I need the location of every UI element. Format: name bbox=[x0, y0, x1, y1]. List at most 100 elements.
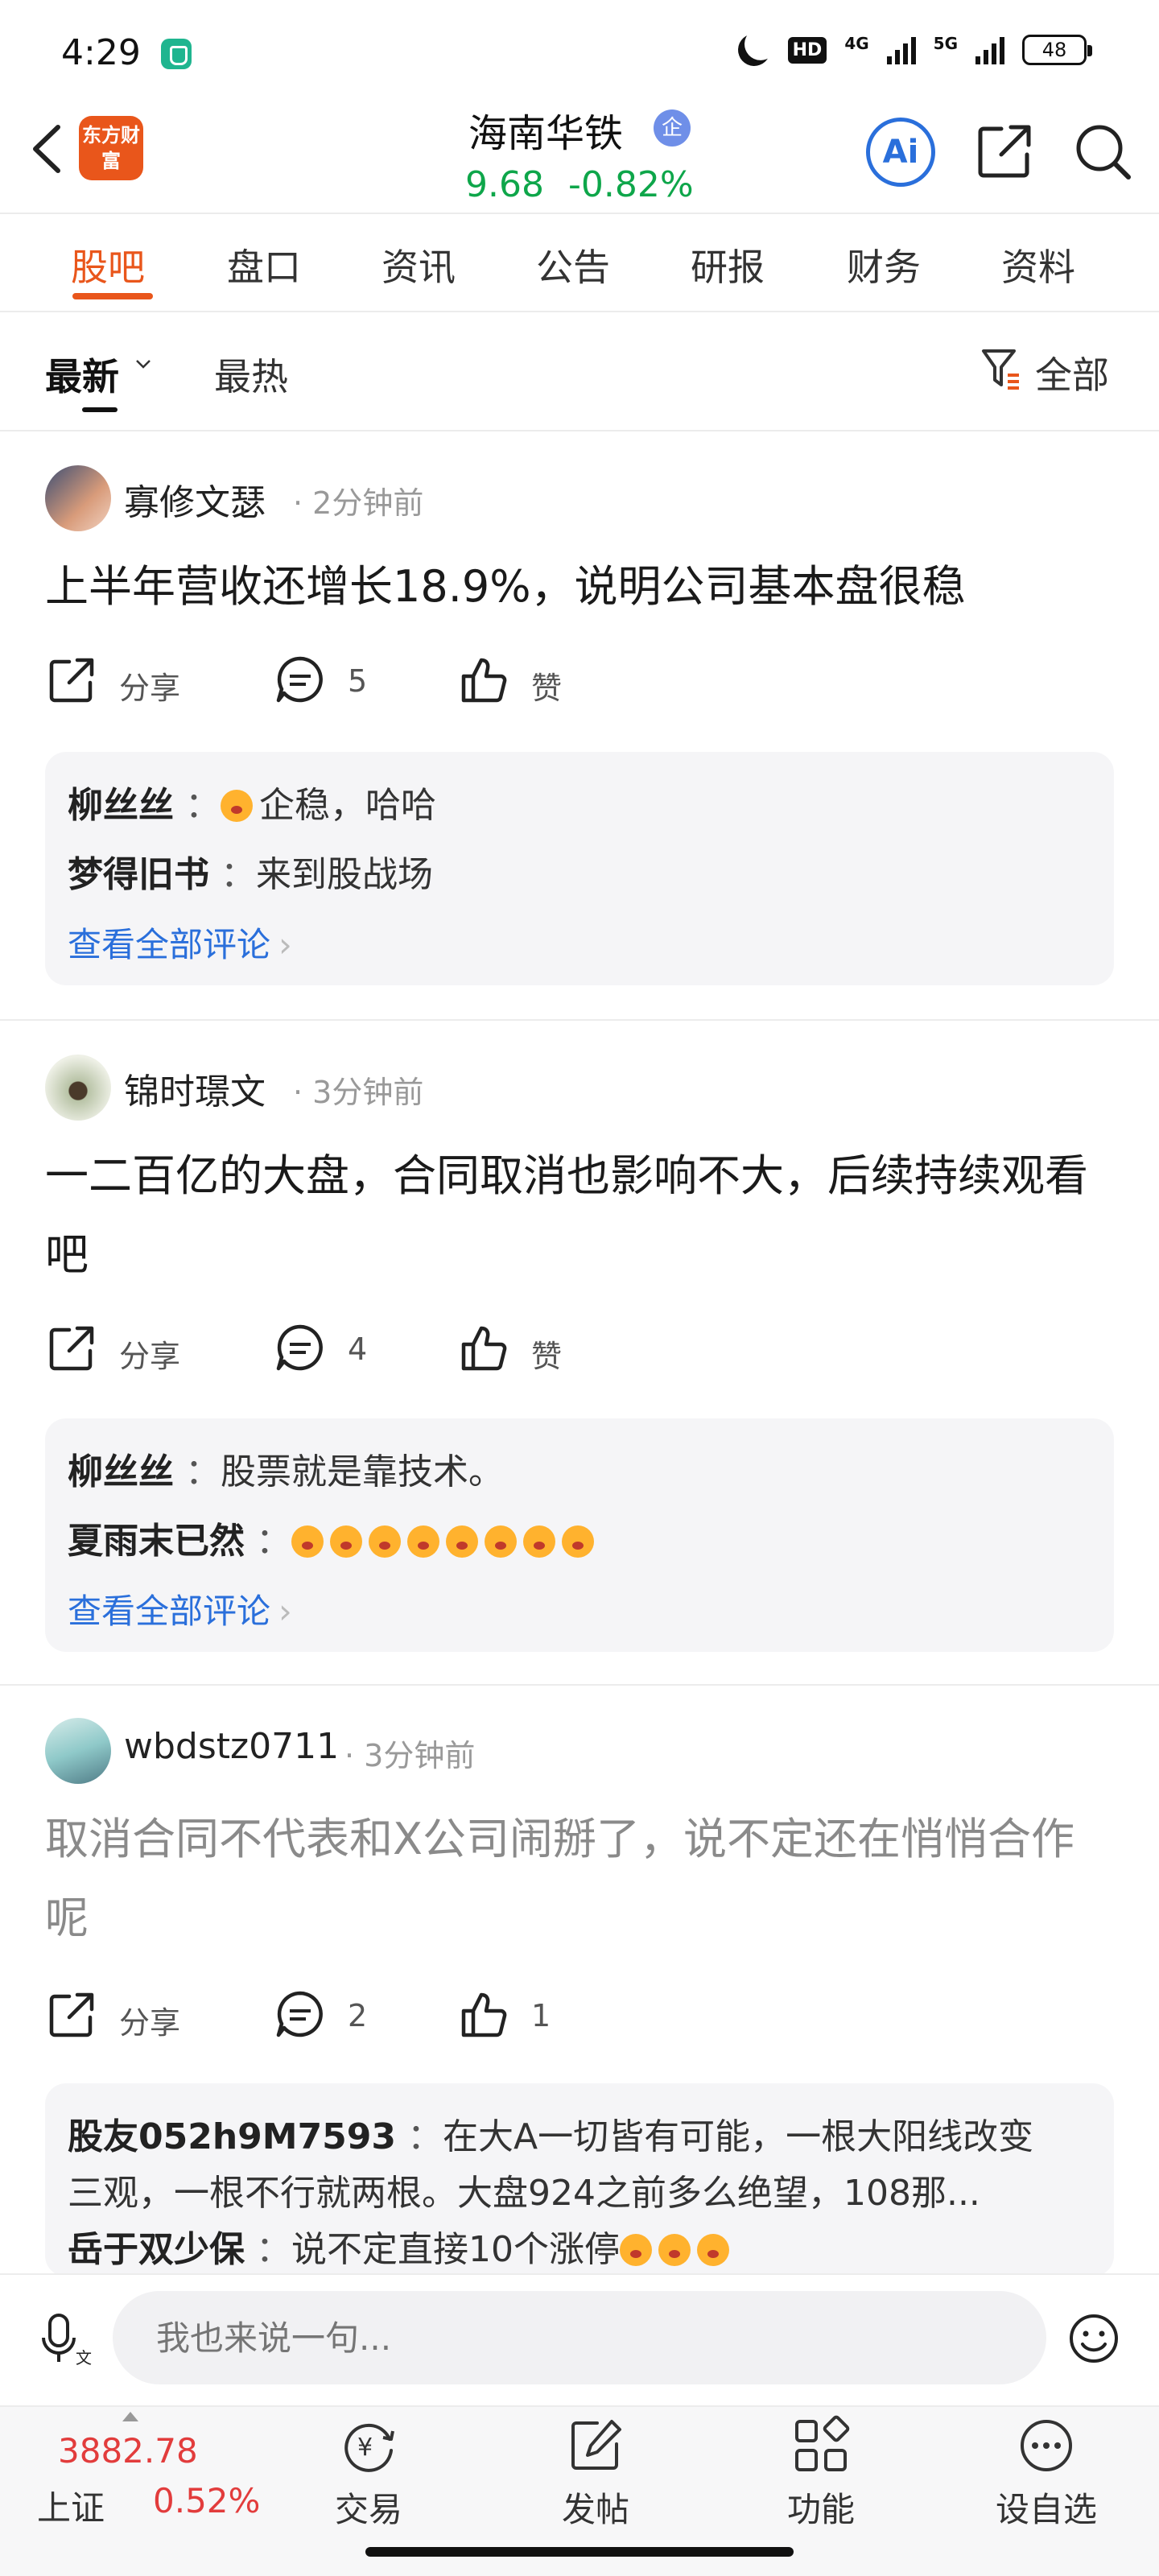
chevron-down-icon[interactable] bbox=[134, 354, 153, 374]
comment-text: 说不定直接10个涨停 bbox=[291, 2229, 620, 2270]
comment-icon[interactable] bbox=[274, 654, 327, 707]
comment-input[interactable] bbox=[113, 2291, 1046, 2384]
avatar[interactable] bbox=[45, 1055, 111, 1121]
stock-change: -0.82% bbox=[568, 164, 694, 205]
expand-arrow-icon[interactable] bbox=[122, 2412, 138, 2421]
post-username[interactable]: wbdstz0711 bbox=[124, 1726, 339, 1767]
share-label[interactable]: 分享 bbox=[119, 1998, 180, 2042]
ai-assistant-icon[interactable]: Ai bbox=[866, 118, 935, 187]
share-icon[interactable] bbox=[45, 1322, 98, 1375]
comment-icon[interactable] bbox=[274, 1322, 327, 1375]
chevron-right-icon: › bbox=[278, 925, 292, 964]
comment-preview-box[interactable]: 柳丝丝 ：企稳，哈哈 梦得旧书 ：来到股战场 查看全部评论 › bbox=[45, 752, 1114, 985]
sort-newest[interactable]: 最新 bbox=[45, 348, 119, 401]
thumbs-up-icon[interactable] bbox=[457, 654, 510, 707]
post-text[interactable]: 一二百亿的大盘，合同取消也影响不大，后续持续观看吧 bbox=[45, 1137, 1116, 1294]
status-time: 4:29 bbox=[61, 32, 141, 73]
view-all-comments-link[interactable]: 查看全部评论 › bbox=[68, 918, 292, 967]
like-count[interactable]: 1 bbox=[531, 1998, 551, 2033]
comment-preview-box[interactable]: 柳丝丝 ：股票就是靠技术。 夏雨末已然 ： 查看全部评论 › bbox=[45, 1418, 1114, 1652]
share-label[interactable]: 分享 bbox=[119, 1331, 180, 1376]
emoji-icon bbox=[523, 1525, 555, 1558]
share-icon[interactable] bbox=[45, 1988, 98, 2041]
avatar[interactable] bbox=[45, 1718, 111, 1784]
post-text[interactable]: 上半年营收还增长18.9%，说明公司基本盘很稳 bbox=[45, 547, 1116, 626]
more-icon[interactable] bbox=[1016, 2415, 1077, 2476]
nav-post[interactable]: 发帖 bbox=[515, 2483, 676, 2532]
emoji-icon bbox=[330, 1525, 362, 1558]
yen-cycle-icon[interactable]: ¥ bbox=[338, 2415, 399, 2476]
view-all-comments-link[interactable]: 查看全部评论 › bbox=[68, 1584, 292, 1633]
voice-input-icon[interactable]: 文 bbox=[35, 2310, 92, 2367]
comment-text: 股票就是靠技术。 bbox=[221, 1451, 504, 1492]
sort-divider bbox=[0, 430, 1159, 431]
comment-icon[interactable] bbox=[274, 1988, 327, 2041]
index-name[interactable]: 上证 bbox=[37, 2481, 105, 2530]
emoji-icon bbox=[369, 1525, 401, 1558]
app-logo[interactable]: 东方财富 bbox=[79, 116, 143, 180]
like-label[interactable]: 赞 bbox=[531, 663, 562, 708]
edit-icon[interactable] bbox=[565, 2415, 626, 2476]
signal-icon bbox=[886, 35, 916, 64]
comment-username[interactable]: 柳丝丝 bbox=[68, 785, 174, 826]
comment-count[interactable]: 4 bbox=[348, 1331, 367, 1367]
active-tab-indicator bbox=[72, 293, 153, 299]
nav-trade[interactable]: 交易 bbox=[288, 2483, 449, 2532]
post-username[interactable]: 锦时璟文 bbox=[124, 1063, 266, 1114]
nav-add-watchlist[interactable]: 设自选 bbox=[966, 2483, 1127, 2532]
comment-count[interactable]: 5 bbox=[348, 663, 367, 699]
post-divider bbox=[0, 1019, 1159, 1021]
comment-username[interactable]: 岳于双少保 bbox=[68, 2229, 245, 2270]
thumbs-up-icon[interactable] bbox=[457, 1322, 510, 1375]
comment-username[interactable]: 股友052h9M7593 bbox=[68, 2116, 396, 2157]
emoji-icon[interactable] bbox=[1067, 2312, 1120, 2365]
comment-username[interactable]: 夏雨末已然 bbox=[68, 1521, 245, 1562]
comment-line: 夏雨末已然 ： bbox=[68, 1512, 1098, 1563]
home-indicator[interactable] bbox=[365, 2547, 794, 2557]
tab-announcements[interactable]: 公告 bbox=[536, 238, 610, 291]
post-text[interactable]: 取消合同不代表和X公司闹掰了，说不定还在悄悄合作呢 bbox=[45, 1800, 1116, 1958]
shield-app-icon bbox=[161, 39, 192, 69]
filter-all[interactable]: 全部 bbox=[1035, 346, 1109, 399]
emoji-icon bbox=[291, 1525, 324, 1558]
share-label[interactable]: 分享 bbox=[119, 663, 180, 708]
avatar[interactable] bbox=[45, 465, 111, 531]
share-icon[interactable] bbox=[45, 654, 98, 707]
header-divider bbox=[0, 213, 1159, 214]
emoji-icon bbox=[221, 790, 253, 822]
back-icon[interactable] bbox=[24, 121, 72, 177]
network-5g-label: 5G bbox=[933, 34, 958, 53]
comment-text: 企稳，哈哈 bbox=[259, 785, 436, 826]
network-4g-label: 4G bbox=[844, 34, 869, 53]
thumbs-up-icon[interactable] bbox=[457, 1988, 510, 2041]
search-icon[interactable] bbox=[1070, 119, 1135, 184]
emoji-icon bbox=[562, 1525, 594, 1558]
index-change[interactable]: 0.52% bbox=[153, 2481, 260, 2520]
comment-line: 梦得旧书 ：来到股战场 bbox=[68, 854, 433, 895]
sort-hottest[interactable]: 最热 bbox=[214, 348, 288, 401]
tab-research[interactable]: 研报 bbox=[691, 238, 765, 291]
tab-guba[interactable]: 股吧 bbox=[71, 238, 145, 291]
comment-line: 柳丝丝 ：企稳，哈哈 bbox=[68, 785, 436, 826]
grid-icon[interactable] bbox=[790, 2415, 852, 2476]
tab-pankou[interactable]: 盘口 bbox=[227, 238, 301, 291]
battery-icon: 48 bbox=[1022, 35, 1092, 65]
post-username[interactable]: 寡修文瑟 bbox=[124, 473, 266, 525]
tab-news[interactable]: 资讯 bbox=[382, 238, 456, 291]
comment-username[interactable]: 梦得旧书 bbox=[68, 854, 209, 895]
post-time: · 3分钟前 bbox=[344, 1738, 476, 1773]
emoji-icon bbox=[446, 1525, 478, 1558]
stock-name: 海南华铁 bbox=[468, 111, 624, 156]
tab-profile[interactable]: 资料 bbox=[1001, 238, 1075, 291]
comment-count[interactable]: 2 bbox=[348, 1998, 367, 2033]
filter-icon[interactable] bbox=[979, 345, 1022, 391]
share-icon[interactable] bbox=[972, 119, 1037, 184]
signal-icon bbox=[975, 35, 1004, 64]
nav-functions[interactable]: 功能 bbox=[740, 2483, 901, 2532]
comment-username[interactable]: 柳丝丝 bbox=[68, 1451, 174, 1492]
post-time: · 3分钟前 bbox=[293, 1075, 424, 1110]
index-value[interactable]: 3882.78 bbox=[58, 2431, 198, 2471]
comment-preview-box[interactable]: 股友052h9M7593 ：在大A一切皆有可能，一根大阳线改变 三观，一根不行就… bbox=[45, 2083, 1114, 2277]
tab-finance[interactable]: 财务 bbox=[847, 238, 921, 291]
like-label[interactable]: 赞 bbox=[531, 1331, 562, 1376]
